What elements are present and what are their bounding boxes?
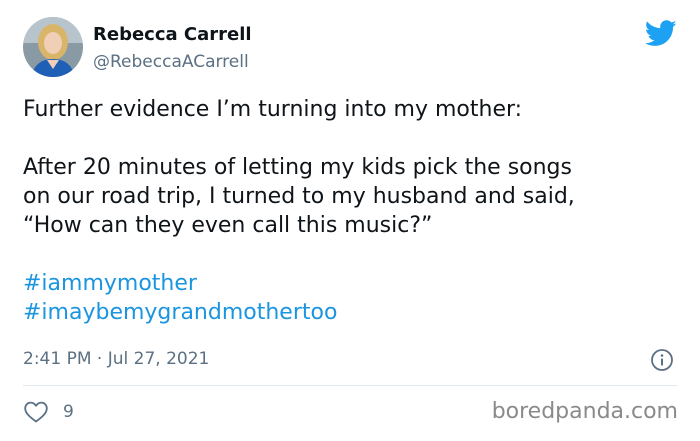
hashtag-link[interactable]: #imaybemygrandmothertoo [23,298,683,327]
twitter-bird-icon[interactable] [645,20,677,47]
like-button[interactable]: 9 [23,400,74,424]
tweet-line: After 20 minutes of letting my kids pick… [23,155,572,180]
watermark: boredpanda.com [491,399,678,424]
tweet-line: “How can they even call this music?” [23,213,433,238]
divider [23,385,677,386]
tweet-timestamp[interactable]: 2:41 PM · Jul 27, 2021 [23,348,209,370]
display-name[interactable]: Rebecca Carrell [93,24,252,46]
tweet-card: Rebecca Carrell @RebeccaACarrell Further… [0,0,700,441]
hashtag-link[interactable]: #iammymother [23,269,683,298]
tweet-line: on our road trip, I turned to my husband… [23,184,575,209]
like-count: 9 [63,402,74,422]
heart-icon[interactable] [23,400,49,424]
user-handle[interactable]: @RebeccaACarrell [93,51,249,73]
avatar[interactable] [23,17,83,77]
tweet-text: Further evidence I’m turning into my mot… [23,95,683,327]
info-icon[interactable] [650,348,674,372]
tweet-line: Further evidence I’m turning into my mot… [23,97,523,122]
